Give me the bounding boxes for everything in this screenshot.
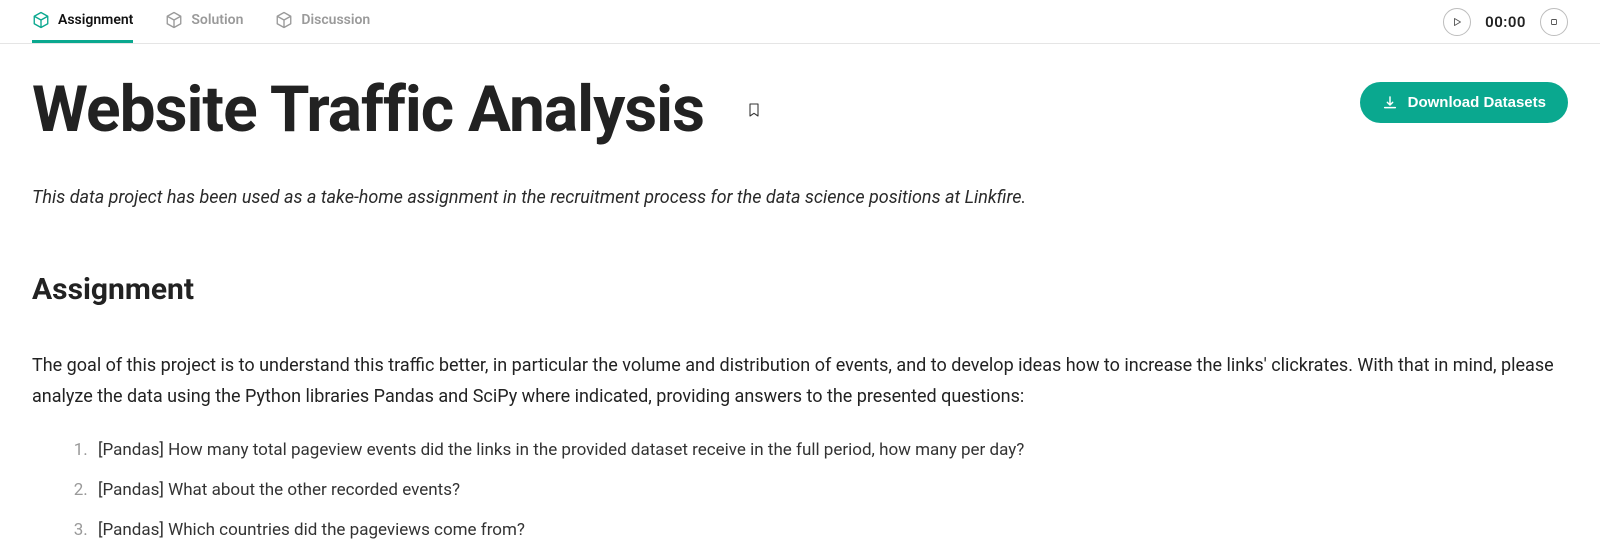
tab-label: Discussion (301, 12, 370, 28)
timer-display: 00:00 (1485, 13, 1526, 31)
list-item: [Pandas] How many total pageview events … (92, 440, 1600, 460)
page-title: Website Traffic Analysis (32, 76, 704, 143)
tab-solution[interactable]: Solution (165, 0, 243, 43)
cube-icon (165, 11, 183, 29)
download-icon (1382, 95, 1398, 111)
body-text: The goal of this project is to understan… (32, 351, 1600, 412)
list-item: [Pandas] What about the other recorded e… (92, 480, 1600, 500)
timer-controls: 00:00 (1443, 8, 1568, 36)
stop-icon (1548, 16, 1560, 28)
title-row: Website Traffic Analysis Download Datase… (32, 76, 1600, 143)
bookmark-button[interactable] (744, 98, 764, 122)
bookmark-icon (746, 100, 762, 120)
tab-assignment[interactable]: Assignment (32, 0, 133, 43)
tab-label: Solution (191, 12, 243, 28)
list-item: [Pandas] Which countries did the pagevie… (92, 520, 1600, 540)
section-heading: Assignment (32, 272, 1600, 307)
cube-icon (32, 11, 50, 29)
tab-discussion[interactable]: Discussion (275, 0, 370, 43)
intro-text: This data project has been used as a tak… (32, 187, 1600, 208)
questions-list: [Pandas] How many total pageview events … (32, 440, 1600, 540)
tabs-container: Assignment Solution Discussion (32, 0, 370, 43)
download-datasets-button[interactable]: Download Datasets (1360, 82, 1568, 123)
tab-bar: Assignment Solution Discussion 00:00 (0, 0, 1600, 44)
tab-label: Assignment (58, 12, 133, 28)
play-button[interactable] (1443, 8, 1471, 36)
stop-button[interactable] (1540, 8, 1568, 36)
content-area: Website Traffic Analysis Download Datase… (0, 44, 1600, 540)
cube-icon (275, 11, 293, 29)
play-icon (1451, 16, 1463, 28)
download-label: Download Datasets (1408, 94, 1546, 111)
